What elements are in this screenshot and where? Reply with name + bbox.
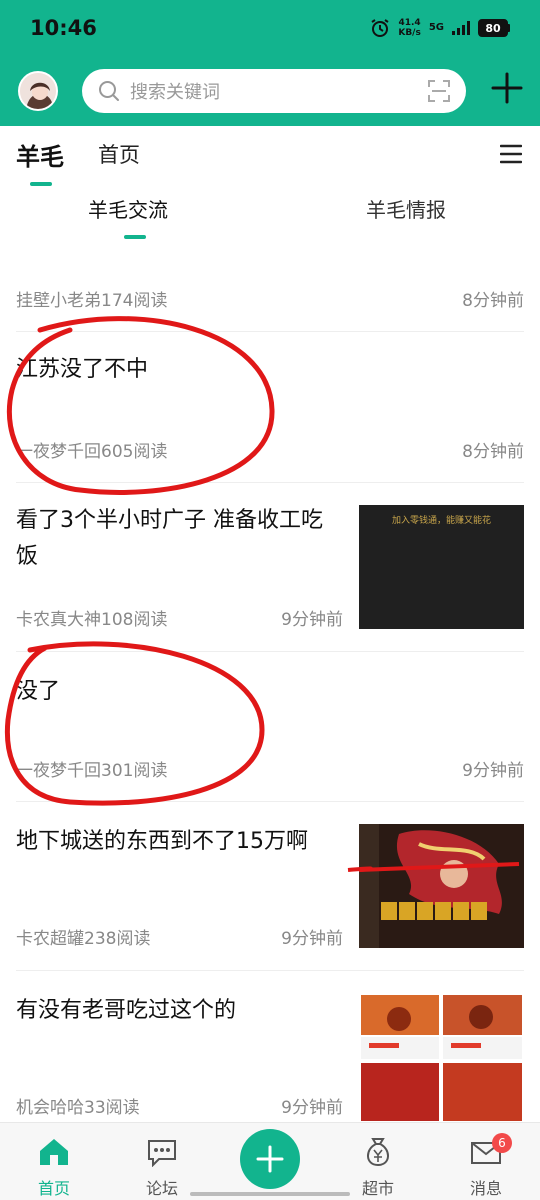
post-title: 地下城送的东西到不了15万啊	[16, 829, 308, 854]
alarm-icon	[371, 19, 389, 37]
status-icons: 41.4 KB/s 5G 80	[370, 18, 510, 38]
post-time: 9分钟前	[281, 610, 343, 630]
post-thumbnail	[359, 824, 524, 948]
tab-wool[interactable]: 羊毛	[16, 137, 64, 186]
list-item[interactable]: 有没有老哥吃过这个的 机会哈哈33阅读 9分钟前	[16, 971, 524, 1131]
avatar-image	[20, 73, 56, 109]
signal-icon	[452, 21, 470, 35]
plus-icon[interactable]	[490, 71, 524, 105]
avatar[interactable]	[18, 71, 58, 111]
search-row: 搜索关键词	[0, 56, 540, 126]
post-meta: 机会哈哈33阅读	[16, 1098, 140, 1118]
tab-wool-exchange[interactable]: 羊毛交流	[88, 194, 168, 239]
home-icon	[40, 1139, 68, 1165]
post-time: 9分钟前	[281, 1098, 343, 1118]
nav-market[interactable]: 超市	[343, 1137, 413, 1199]
sub-tabs: 羊毛交流 羊毛情报	[0, 182, 540, 246]
add-post-button[interactable]	[240, 1129, 300, 1189]
list-item[interactable]: 地下城送的东西到不了15万啊 卡农超罐238阅读 9分钟前	[16, 802, 524, 971]
network-type: 5G	[428, 22, 444, 33]
post-time: 9分钟前	[462, 761, 524, 781]
list-item[interactable]: 没了 一夜梦千回301阅读 9分钟前	[16, 652, 524, 802]
search-icon	[99, 81, 119, 101]
add-icon	[256, 1145, 284, 1173]
post-meta: 卡农真大神108阅读	[16, 610, 168, 630]
status-time: 10:46	[30, 16, 97, 40]
post-meta: 卡农超罐238阅读	[16, 929, 151, 949]
status-bar: 10:46 41.4 KB/s 5G 80	[0, 0, 540, 56]
menu-icon[interactable]	[500, 144, 522, 164]
post-time: 9分钟前	[281, 929, 343, 949]
tab-home[interactable]: 首页	[98, 139, 140, 169]
post-title: 没了	[16, 679, 61, 704]
nav-forum-label: 论坛	[145, 1179, 178, 1198]
list-item[interactable]: 看了3个半小时广子 准备收工吃饭 卡农真大神108阅读 9分钟前 加入零钱通，能…	[16, 483, 524, 652]
nav-messages-label: 消息	[469, 1179, 502, 1198]
battery-icon: 80	[478, 19, 510, 37]
post-time: 8分钟前	[462, 442, 524, 462]
list-item[interactable]: 挂壁小老弟174阅读 8分钟前	[16, 246, 524, 332]
post-title: 有没有老哥吃过这个的	[16, 998, 237, 1023]
tab-wool-intel[interactable]: 羊毛情报	[366, 194, 446, 223]
post-feed: 挂壁小老弟174阅读 8分钟前 江苏没了不中 一夜梦千回605阅读 8分钟前 看…	[0, 246, 540, 1131]
bottom-nav: 首页 论坛 超市 消息 6	[0, 1122, 540, 1200]
post-title: 江苏没了不中	[16, 357, 149, 382]
nav-home[interactable]: 首页	[19, 1137, 89, 1199]
moneybag-icon	[367, 1138, 389, 1167]
post-meta: 一夜梦千回301阅读	[16, 761, 168, 781]
network-speed: 41.4 KB/s	[398, 18, 421, 38]
search-input[interactable]: 搜索关键词	[82, 69, 466, 113]
nav-forum[interactable]: 论坛	[127, 1137, 197, 1199]
post-thumbnail: 加入零钱通，能赚又能花	[359, 505, 524, 629]
message-badge: 6	[492, 1133, 512, 1153]
post-meta: 挂壁小老弟174阅读	[16, 291, 168, 311]
chat-icon	[148, 1140, 176, 1168]
scan-icon[interactable]	[428, 80, 450, 102]
post-title: 看了3个半小时广子 准备收工吃饭	[16, 508, 323, 569]
app-header: 10:46 41.4 KB/s 5G 80 搜索关键词	[0, 0, 540, 126]
list-item[interactable]: 江苏没了不中 一夜梦千回605阅读 8分钟前	[16, 332, 524, 483]
home-indicator	[190, 1192, 350, 1196]
nav-market-label: 超市	[361, 1179, 394, 1198]
thumbnail-caption: 加入零钱通，能赚又能花	[391, 516, 491, 526]
nav-home-label: 首页	[37, 1179, 70, 1198]
battery-level: 80	[478, 19, 508, 37]
post-thumbnail	[359, 993, 524, 1123]
post-meta: 一夜梦千回605阅读	[16, 442, 168, 462]
search-placeholder: 搜索关键词	[130, 82, 220, 103]
post-time: 8分钟前	[462, 291, 524, 311]
top-tabs: 羊毛 首页	[0, 126, 540, 186]
